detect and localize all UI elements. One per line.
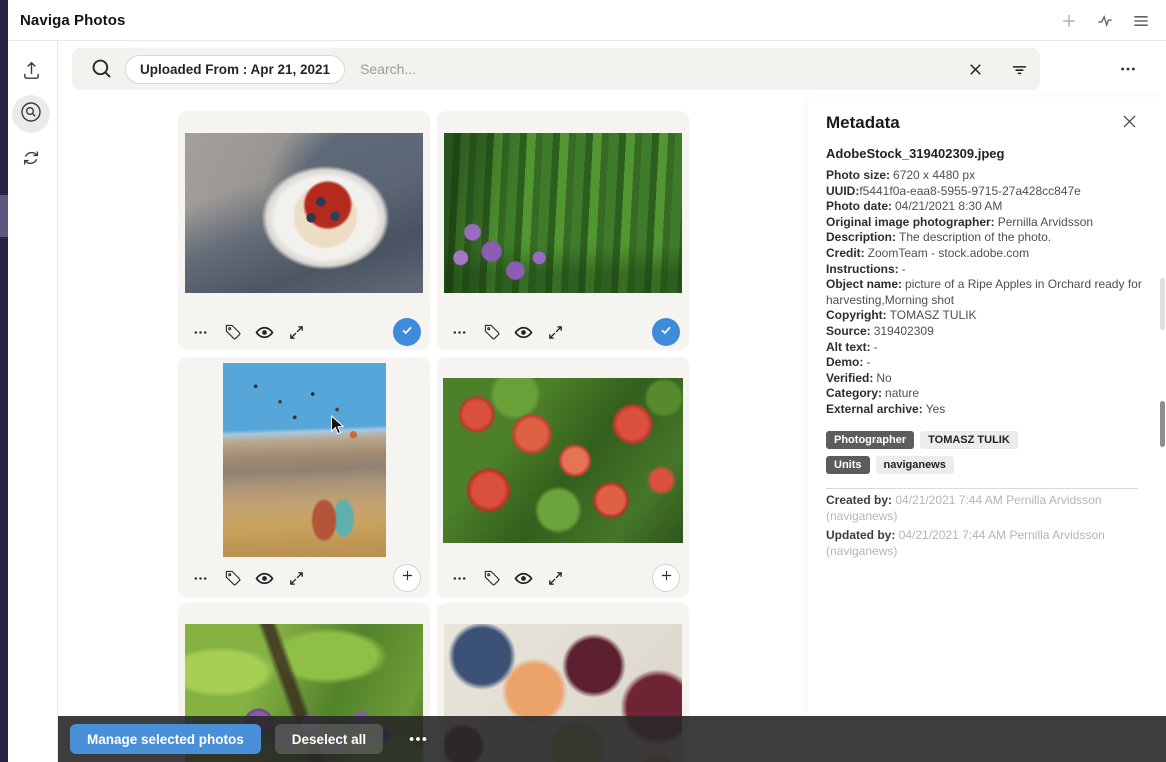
plus-icon[interactable] <box>1058 10 1080 32</box>
more-icon[interactable] <box>191 323 210 342</box>
photo-thumbnail[interactable] <box>443 378 683 543</box>
metadata-field: External archive:Yes <box>826 402 1156 418</box>
close-icon[interactable] <box>1118 110 1140 132</box>
more-icon[interactable] <box>1114 55 1142 83</box>
metadata-fields: Photo size:6720 x 4480 px UUID:f5441f0a-… <box>826 168 1156 418</box>
plus-icon <box>658 567 675 589</box>
metadata-field: Object name:picture of a Ripe Apples in … <box>826 277 1156 308</box>
tag-icon[interactable] <box>482 323 501 342</box>
metadata-field: UUID:f5441f0a-eaa8-5955-9715-27a428cc847… <box>826 184 1156 200</box>
sidebar-item-search-photos[interactable] <box>12 95 50 133</box>
search-photos-icon <box>19 100 43 129</box>
tag-row: Units naviganews <box>826 456 1152 474</box>
tag-row: Photographer TOMASZ TULIK <box>826 431 1152 449</box>
search-row: Uploaded From : Apr 21, 2021 Search... <box>58 41 1166 97</box>
more-icon[interactable] <box>191 569 210 588</box>
tag-value-badge[interactable]: TOMASZ TULIK <box>920 431 1018 449</box>
deselect-all-button[interactable]: Deselect all <box>275 724 383 754</box>
panel-title: Metadata <box>826 113 1152 133</box>
search-input[interactable]: Search... <box>360 61 416 77</box>
activity-icon[interactable] <box>1094 10 1116 32</box>
select-add-button[interactable] <box>652 564 680 592</box>
expand-icon[interactable] <box>287 323 306 342</box>
metadata-field: Credit:ZoomTeam - stock.adobe.com <box>826 246 1156 262</box>
edge-scrollbar-thumb[interactable] <box>0 195 8 237</box>
clear-icon[interactable] <box>964 58 986 80</box>
metadata-field: Copyright:TOMASZ TULIK <box>826 308 1156 324</box>
eye-icon[interactable] <box>514 569 533 588</box>
eye-icon[interactable] <box>514 323 533 342</box>
refresh-icon <box>20 147 42 174</box>
more-icon[interactable] <box>407 728 429 750</box>
card-actions <box>450 563 565 593</box>
scrollbar-thumb[interactable] <box>1160 401 1165 447</box>
window-edge-strip <box>0 0 8 762</box>
app-title: Naviga Photos <box>20 12 126 29</box>
filter-icon[interactable] <box>1008 58 1030 80</box>
tag-value-badge[interactable]: naviganews <box>876 456 954 474</box>
app-header: Naviga Photos <box>8 0 1166 41</box>
search-filter-chip[interactable]: Uploaded From : Apr 21, 2021 <box>125 55 345 84</box>
tag-key-badge: Units <box>826 456 870 474</box>
metadata-field: Source:319402309 <box>826 324 1156 340</box>
scrollbar-track-mark <box>1160 278 1165 330</box>
photo-card <box>178 111 430 349</box>
metadata-field: Category:nature <box>826 386 1156 402</box>
refresh-button[interactable] <box>12 141 50 179</box>
photo-thumbnail[interactable] <box>444 133 682 293</box>
metadata-field: Original image photographer:Pernilla Arv… <box>826 215 1156 231</box>
metadata-field: Alt text:- <box>826 340 1156 356</box>
search-icon <box>89 56 115 82</box>
sidebar <box>8 41 58 762</box>
expand-icon[interactable] <box>546 323 565 342</box>
more-icon[interactable] <box>450 569 469 588</box>
card-actions <box>450 317 565 347</box>
metadata-field: Demo:- <box>826 355 1156 371</box>
manage-selected-button[interactable]: Manage selected photos <box>70 724 261 754</box>
plus-icon <box>399 567 416 589</box>
photo-filename: AdobeStock_319402309.jpeg <box>826 146 1152 161</box>
expand-icon[interactable] <box>546 569 565 588</box>
tag-icon[interactable] <box>482 569 501 588</box>
photo-card <box>437 111 689 349</box>
metadata-field: Description:The description of the photo… <box>826 230 1156 246</box>
card-actions <box>191 317 306 347</box>
search-bar[interactable]: Uploaded From : Apr 21, 2021 Search... <box>72 48 1040 90</box>
metadata-tags: Photographer TOMASZ TULIK Units navigane… <box>826 431 1152 474</box>
metadata-field: Photo size:6720 x 4480 px <box>826 168 1156 184</box>
photo-card <box>437 357 689 597</box>
metadata-field: Instructions:- <box>826 262 1156 278</box>
menu-icon[interactable] <box>1130 10 1152 32</box>
metadata-field: Verified:No <box>826 371 1156 387</box>
search-bar-actions <box>964 48 1030 90</box>
select-add-button[interactable] <box>393 564 421 592</box>
select-checked-button[interactable] <box>652 318 680 346</box>
expand-icon[interactable] <box>287 569 306 588</box>
photo-thumbnail[interactable] <box>185 133 423 293</box>
tag-icon[interactable] <box>223 323 242 342</box>
tag-icon[interactable] <box>223 569 242 588</box>
check-icon <box>399 322 415 343</box>
tag-key-badge: Photographer <box>826 431 914 449</box>
eye-icon[interactable] <box>255 323 274 342</box>
updated-by: Updated by: 04/21/2021 7:44 AM Pernilla … <box>826 527 1152 559</box>
check-icon <box>658 322 674 343</box>
upload-icon <box>20 59 43 87</box>
photo-grid <box>58 97 808 762</box>
selection-action-bar: Manage selected photos Deselect all <box>58 716 1166 762</box>
more-icon[interactable] <box>450 323 469 342</box>
divider <box>826 488 1138 489</box>
select-checked-button[interactable] <box>393 318 421 346</box>
created-by: Created by: 04/21/2021 7:44 AM Pernilla … <box>826 492 1152 524</box>
eye-icon[interactable] <box>255 569 274 588</box>
metadata-field: Photo date:04/21/2021 8:30 AM <box>826 199 1156 215</box>
photo-thumbnail[interactable] <box>223 363 386 557</box>
header-icons <box>1058 0 1152 41</box>
photo-card <box>178 357 430 597</box>
metadata-panel: Metadata AdobeStock_319402309.jpeg Photo… <box>808 97 1166 762</box>
upload-button[interactable] <box>12 54 50 92</box>
card-actions <box>191 563 306 593</box>
